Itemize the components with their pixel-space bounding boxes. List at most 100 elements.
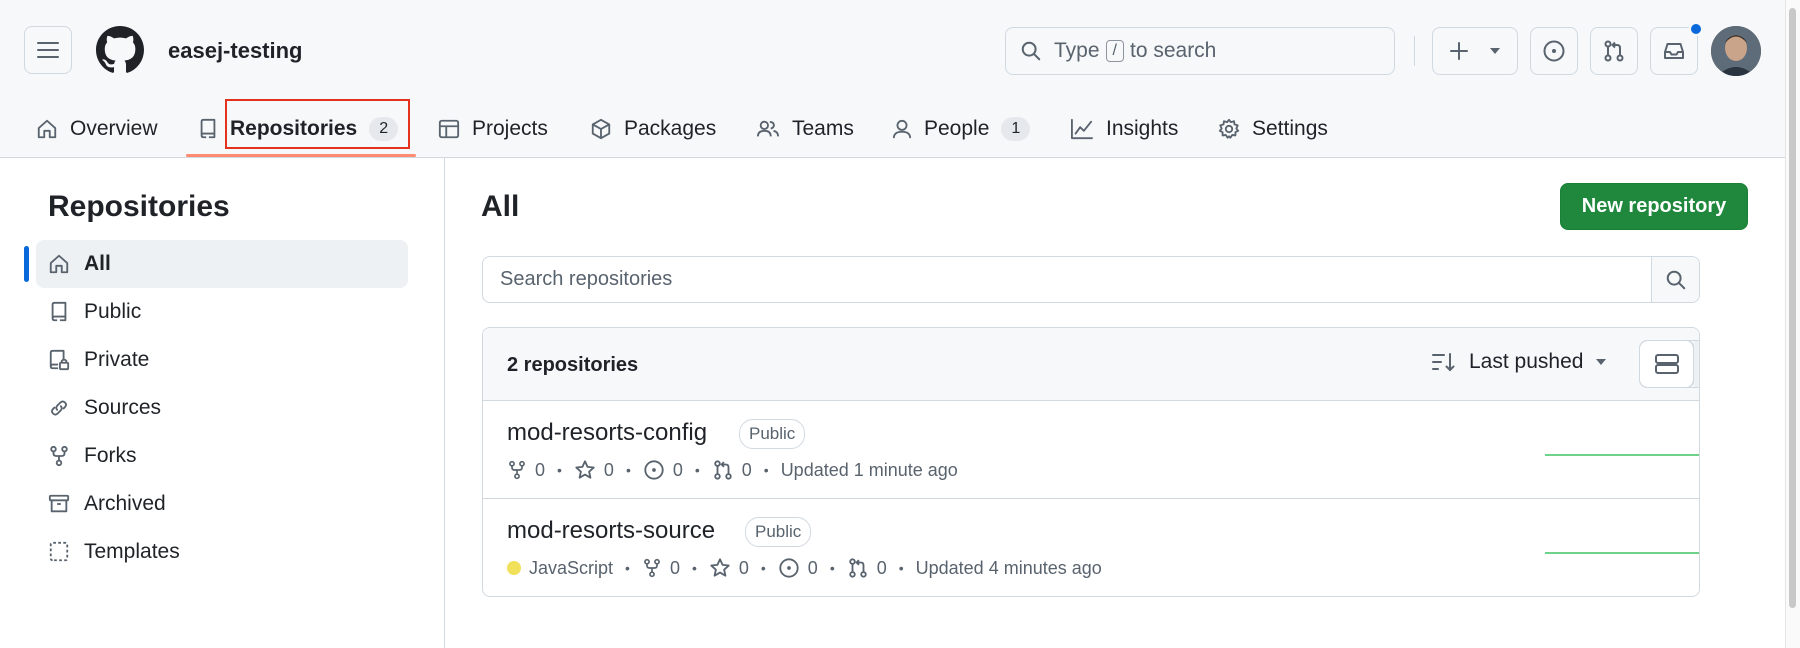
sidebar-item-templates[interactable]: Templates bbox=[36, 528, 408, 576]
page-title: All bbox=[481, 190, 520, 223]
plus-icon bbox=[1450, 42, 1468, 60]
repository-name-link[interactable]: mod-resorts-source bbox=[507, 517, 715, 545]
stars-value: 0 bbox=[738, 557, 749, 578]
sidebar-item-label: Forks bbox=[84, 444, 137, 467]
repository-search-input[interactable] bbox=[483, 257, 1651, 302]
header-divider bbox=[1414, 36, 1415, 66]
scrollbar-thumb[interactable] bbox=[1789, 8, 1796, 608]
pull-requests-value: 0 bbox=[741, 459, 752, 480]
issues-count[interactable]: 0 bbox=[778, 557, 818, 579]
separator: • bbox=[691, 560, 697, 576]
forks-count[interactable]: 0 bbox=[642, 558, 680, 579]
stars-count[interactable]: 0 bbox=[709, 557, 749, 579]
language-name: JavaScript bbox=[529, 557, 614, 578]
list-view-button[interactable] bbox=[1694, 341, 1699, 387]
tab-label: Packages bbox=[624, 117, 717, 140]
visibility-badge: Public bbox=[739, 419, 806, 449]
view-toggle bbox=[1639, 340, 1699, 388]
graph-icon bbox=[1070, 118, 1093, 140]
repository-count: 2 repositories bbox=[507, 354, 639, 376]
table-icon bbox=[438, 119, 460, 139]
card-view-button[interactable] bbox=[1640, 341, 1694, 387]
activity-sparkline bbox=[1545, 552, 1699, 554]
notification-dot bbox=[1689, 22, 1703, 36]
global-search-input[interactable]: Type / to search bbox=[1005, 27, 1395, 75]
fork-icon bbox=[50, 445, 68, 467]
repository-name-link[interactable]: mod-resorts-config bbox=[507, 419, 707, 447]
sidebar-active-indicator bbox=[24, 246, 29, 282]
git-pull-request-icon bbox=[849, 558, 867, 578]
visibility-badge: Public bbox=[745, 517, 812, 547]
stars-count[interactable]: 0 bbox=[574, 459, 614, 481]
sidebar-item-archived[interactable]: Archived bbox=[36, 480, 408, 528]
stars-value: 0 bbox=[603, 459, 614, 480]
sidebar-item-label: All bbox=[84, 252, 111, 275]
separator: • bbox=[898, 560, 904, 576]
star-icon bbox=[710, 558, 730, 577]
tab-insights[interactable]: Insights bbox=[1070, 100, 1178, 158]
issues-value: 0 bbox=[672, 459, 683, 480]
language: JavaScript bbox=[507, 558, 613, 579]
tab-overview[interactable]: Overview bbox=[36, 100, 158, 158]
triangle-down-icon bbox=[1490, 48, 1500, 54]
repository-search-button[interactable] bbox=[1651, 257, 1699, 302]
sort-label: Last pushed bbox=[1469, 350, 1584, 373]
new-repository-button[interactable]: New repository bbox=[1560, 183, 1748, 230]
forks-value: 0 bbox=[669, 557, 680, 578]
hamburger-menu-button[interactable] bbox=[24, 26, 72, 74]
pull-requests-count[interactable]: 0 bbox=[712, 459, 752, 481]
rows-icon bbox=[1654, 354, 1679, 374]
create-new-button[interactable] bbox=[1432, 27, 1518, 75]
tab-projects[interactable]: Projects bbox=[438, 100, 548, 158]
tab-settings[interactable]: Settings bbox=[1218, 100, 1328, 158]
repository-row: mod-resorts-source Public JavaScript • 0… bbox=[483, 499, 1699, 596]
issues-value: 0 bbox=[807, 557, 818, 578]
pull-requests-count[interactable]: 0 bbox=[847, 557, 887, 579]
fork-icon bbox=[644, 558, 660, 578]
language-color-dot bbox=[507, 561, 521, 575]
updated-time: Updated 4 minutes ago bbox=[915, 557, 1102, 578]
header-top-bar: easej-testing Type / to search bbox=[0, 0, 1785, 100]
separator: • bbox=[760, 560, 766, 576]
forks-value: 0 bbox=[535, 459, 546, 480]
user-avatar[interactable] bbox=[1711, 26, 1761, 76]
github-logo-icon[interactable] bbox=[96, 26, 144, 74]
sidebar-item-private[interactable]: Private bbox=[36, 336, 408, 384]
repository-row: mod-resorts-config Public 0 • 0 • 0 • 0 … bbox=[483, 401, 1699, 499]
search-icon bbox=[1666, 270, 1685, 289]
tab-packages[interactable]: Packages bbox=[590, 100, 716, 158]
tab-label: Projects bbox=[472, 117, 548, 140]
separator: • bbox=[625, 462, 631, 478]
org-name-link[interactable]: easej-testing bbox=[168, 38, 303, 64]
issues-count[interactable]: 0 bbox=[643, 459, 683, 481]
sidebar-item-all[interactable]: All bbox=[36, 240, 408, 288]
person-icon bbox=[892, 119, 912, 139]
inbox-button[interactable] bbox=[1650, 22, 1703, 75]
inbox-icon bbox=[1664, 43, 1684, 59]
sidebar-item-label: Templates bbox=[84, 540, 180, 563]
menu-icon bbox=[37, 42, 59, 58]
issue-opened-icon bbox=[779, 558, 799, 578]
issues-button[interactable] bbox=[1530, 27, 1578, 75]
repository-meta: JavaScript • 0 • 0 • 0 • 0 • Updated 4 m… bbox=[507, 557, 1102, 579]
search-shortcut-key: / bbox=[1105, 40, 1124, 62]
sidebar-item-public[interactable]: Public bbox=[36, 288, 408, 336]
triangle-down-icon bbox=[1596, 359, 1607, 365]
tab-teams[interactable]: Teams bbox=[756, 100, 854, 158]
tab-label: Insights bbox=[1106, 117, 1179, 140]
repository-search-box bbox=[482, 256, 1700, 303]
forks-count[interactable]: 0 bbox=[507, 460, 545, 481]
sidebar-item-sources[interactable]: Sources bbox=[36, 384, 408, 432]
sidebar-item-forks[interactable]: Forks bbox=[36, 432, 408, 480]
git-pull-request-icon bbox=[1604, 40, 1624, 62]
package-icon bbox=[591, 118, 611, 140]
sort-dropdown[interactable]: Last pushed bbox=[1431, 350, 1607, 374]
sidebar-item-label: Private bbox=[84, 348, 150, 371]
people-icon bbox=[757, 120, 779, 137]
separator: • bbox=[557, 462, 562, 478]
separator: • bbox=[763, 462, 769, 478]
pull-requests-button[interactable] bbox=[1590, 27, 1638, 75]
tab-people[interactable]: People 1 bbox=[892, 100, 1031, 158]
tab-label: Overview bbox=[70, 117, 158, 140]
page-scrollbar[interactable] bbox=[1785, 0, 1800, 648]
